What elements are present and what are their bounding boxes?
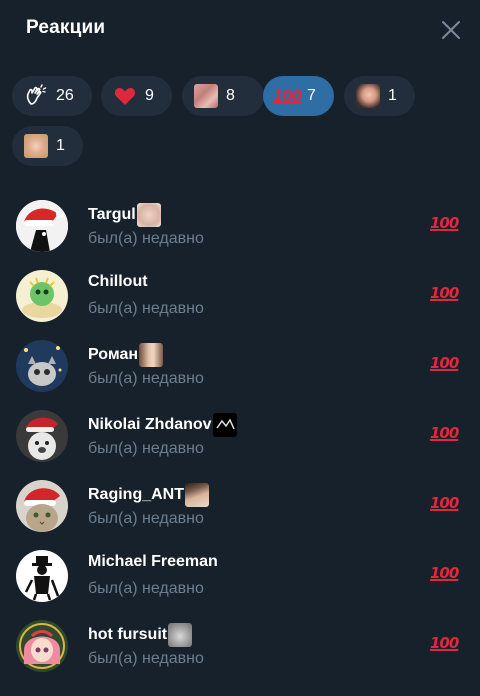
list-item[interactable]: Raging_ANT был(а) недавно 100	[0, 470, 480, 540]
avatar	[16, 620, 68, 672]
avatar	[16, 200, 68, 252]
avatar	[16, 340, 68, 392]
user-name: Michael Freeman	[88, 553, 218, 570]
user-name: Роман	[88, 346, 139, 363]
user-status: был(а) недавно	[88, 440, 204, 457]
user-name-line: Targul	[88, 203, 161, 227]
hundred-points-icon: 100	[430, 564, 459, 582]
user-name-line: Chillout	[88, 273, 148, 291]
filter-count: 26	[56, 87, 74, 104]
sticker-skin-icon	[194, 84, 218, 108]
user-name: Targul	[88, 206, 136, 223]
status-sticker-icon	[212, 413, 237, 437]
user-status: был(а) недавно	[88, 370, 204, 387]
filter-chip-heart[interactable]: 9	[101, 76, 172, 116]
hundred-points-icon: 100	[272, 87, 302, 105]
filter-chip-hundred[interactable]: 100 7	[263, 76, 334, 116]
avatar	[16, 480, 68, 532]
status-sticker-icon	[168, 623, 193, 647]
close-button[interactable]	[436, 15, 466, 45]
hundred-points-icon: 100	[430, 284, 459, 302]
list-item[interactable]: Роман был(а) недавно 100	[0, 330, 480, 400]
hundred-points-icon: 100	[430, 214, 459, 232]
filter-chip-sticker-face2[interactable]: 1	[12, 126, 83, 166]
heart-icon	[113, 84, 137, 108]
filter-chip-sticker-face[interactable]: 1	[344, 76, 415, 116]
user-status: был(а) недавно	[88, 580, 204, 597]
page-title: Реакции	[26, 17, 106, 38]
hundred-points-icon: 100	[430, 354, 459, 372]
list-item[interactable]: hot fursuit был(а) недавно 100	[0, 610, 480, 680]
status-sticker-icon	[139, 343, 164, 367]
avatar	[16, 270, 68, 322]
hundred-points-icon: 100	[430, 634, 459, 652]
sticker-face2-icon	[24, 134, 48, 158]
list-item[interactable]: Michael Freeman был(а) недавно 100	[0, 540, 480, 610]
user-name-line: Роман	[88, 343, 164, 367]
user-name: Chillout	[88, 273, 148, 290]
filter-count: 1	[388, 87, 397, 104]
filter-count: 9	[145, 87, 154, 104]
user-name: Nikolai Zhdanov	[88, 416, 212, 433]
filter-chip-clap[interactable]: 26	[12, 76, 92, 116]
user-name-line: Raging_ANT	[88, 483, 209, 507]
user-status: был(а) недавно	[88, 230, 204, 247]
user-name: Raging_ANT	[88, 486, 184, 503]
close-icon	[442, 21, 460, 39]
user-name-line: Michael Freeman	[88, 553, 218, 571]
user-name: hot fursuit	[88, 626, 168, 643]
clap-icon	[24, 84, 48, 108]
avatar	[16, 410, 68, 462]
user-name-line: hot fursuit	[88, 623, 193, 647]
filter-count: 8	[226, 87, 235, 104]
status-sticker-icon	[185, 483, 209, 507]
user-status: был(а) недавно	[88, 300, 204, 317]
hundred-points-icon: 100	[430, 494, 459, 512]
header: Реакции	[0, 0, 480, 60]
list-item[interactable]: Chillout был(а) недавно 100	[0, 260, 480, 330]
user-status: был(а) недавно	[88, 510, 204, 527]
list-item[interactable]: Targul был(а) недавно 100	[0, 190, 480, 260]
filter-chip-sticker-skin[interactable]: 8	[182, 76, 264, 116]
avatar	[16, 550, 68, 602]
sticker-face-icon	[356, 84, 380, 108]
user-name-line: Nikolai Zhdanov	[88, 413, 237, 437]
hundred-points-icon: 100	[430, 424, 459, 442]
filter-count: 1	[56, 137, 65, 154]
list-item[interactable]: Nikolai Zhdanov был(а) недавно 100	[0, 400, 480, 470]
filter-count: 7	[307, 87, 316, 104]
user-status: был(а) недавно	[88, 650, 204, 667]
status-sticker-icon	[136, 203, 161, 227]
